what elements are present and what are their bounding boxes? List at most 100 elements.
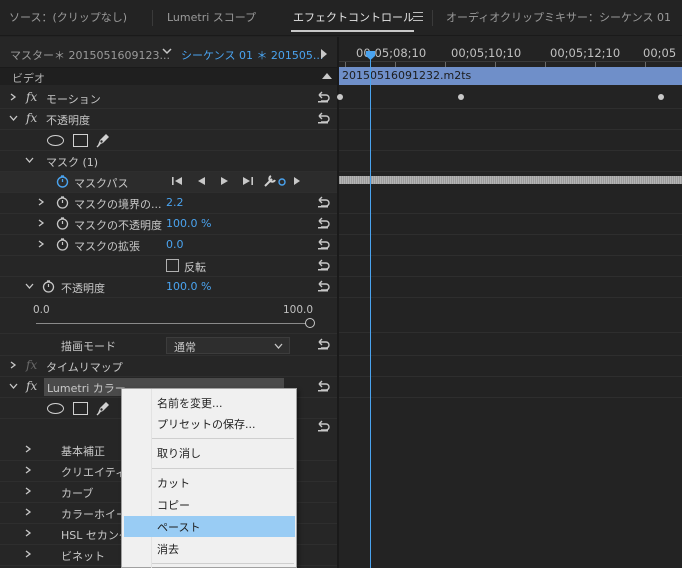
tab-lumetri-scopes[interactable]: Lumetri スコープ [167,9,256,27]
tab-divider [152,10,153,26]
mask-opacity-value[interactable]: 100.0 % [166,217,211,230]
rectangle-mask-icon[interactable] [73,134,88,147]
reset-icon[interactable] [316,238,330,250]
track-forward-one-icon[interactable] [242,176,254,186]
reset-icon[interactable] [316,280,330,292]
menu-item-undo[interactable]: 取り消し [124,442,295,463]
stopwatch-icon[interactable] [56,217,69,230]
menu-item-paste[interactable]: ペースト [124,516,295,537]
track-forward-icon[interactable] [220,176,230,186]
chevron-right-icon[interactable] [24,445,32,453]
master-clip-label[interactable]: マスター＊ 2015051609123... [10,47,170,63]
tab-audio-clip-mixer[interactable]: オーディオクリップミキサー：シーケンス 01 [446,9,671,27]
invert-label: 反転 [184,261,206,274]
mask-expansion-value[interactable]: 0.0 [166,238,184,251]
reset-icon[interactable] [316,420,330,432]
menu-item-cut[interactable]: カット [124,472,295,493]
mask-group-row[interactable]: マスク (1) [0,151,337,172]
reset-icon[interactable] [316,259,330,271]
effect-row-motion[interactable]: fx モーション [0,88,337,109]
fx-icon[interactable]: fx [26,111,37,125]
timecode-label: 00;05;12;10 [550,46,621,60]
fx-icon[interactable]: fx [26,379,37,393]
blend-mode-dropdown[interactable]: 通常 [166,337,290,354]
reset-icon[interactable] [316,217,330,229]
reset-icon[interactable] [316,112,330,124]
chevron-down-icon[interactable] [162,46,172,56]
opacity-slider-track[interactable] [36,323,310,324]
effect-controls-timeline[interactable]: 00;05;08;10 00;05;10;10 00;05;12;10 00;0… [337,37,682,568]
panel-menu-icon[interactable] [413,12,423,22]
reset-icon[interactable] [316,91,330,103]
reset-icon[interactable] [316,338,330,350]
mask-feather-value[interactable]: 2.2 [166,196,184,209]
chevron-right-icon[interactable] [9,361,17,369]
reset-icon[interactable] [316,196,330,208]
lumetri-item-label: HSL セカンダ [61,529,130,542]
chevron-right-icon[interactable] [24,529,32,537]
tab-source[interactable]: ソース：(クリップなし) [9,9,127,27]
playhead-icon[interactable] [365,50,376,61]
reset-icon[interactable] [316,380,330,392]
pen-mask-icon[interactable] [95,132,111,148]
chevron-right-icon[interactable] [9,93,17,101]
mask-path-label: マスクパス [74,177,129,190]
stopwatch-icon[interactable] [42,280,55,293]
stopwatch-icon[interactable] [56,196,69,209]
mask-expansion-row[interactable]: マスクの拡張 0.0 [0,235,337,256]
chevron-right-icon[interactable] [24,487,32,495]
menu-item-clear[interactable]: 消去 [124,538,295,559]
track-backward-icon[interactable] [196,176,206,186]
track-backward-one-icon[interactable] [171,176,183,186]
menu-item-rename[interactable]: 名前を変更... [124,392,295,413]
opacity-param-row[interactable]: 不透明度 100.0 % [0,277,337,298]
effect-label: Lumetri カラー [47,382,126,395]
video-section-label: ビデオ [12,72,45,85]
fx-icon[interactable]: fx [26,90,37,104]
clip-bar[interactable]: 20150516091232.m2ts [339,67,682,85]
chevron-right-icon[interactable] [24,508,32,516]
chevron-down-icon [274,343,283,349]
chevron-right-icon[interactable] [24,550,32,558]
fx-icon[interactable]: fx [26,358,37,372]
opacity-param-value[interactable]: 100.0 % [166,280,211,293]
stopwatch-icon[interactable] [56,175,69,188]
ellipse-mask-icon[interactable] [47,403,64,414]
time-ruler[interactable] [339,61,682,62]
chevron-right-icon[interactable] [24,466,32,474]
ellipse-mask-icon[interactable] [47,135,64,146]
mask-feather-row[interactable]: マスクの境界の... 2.2 [0,193,337,214]
stopwatch-icon[interactable] [56,238,69,251]
chevron-right-icon[interactable] [37,219,45,227]
effect-row-opacity[interactable]: fx 不透明度 [0,109,337,130]
collapse-arrow-icon[interactable] [322,73,332,79]
mask-opacity-row[interactable]: マスクの不透明度 100.0 % [0,214,337,235]
pen-mask-icon[interactable] [95,400,111,416]
play-icon[interactable] [321,49,327,59]
menu-item-save-preset[interactable]: プリセットの保存... [124,413,295,434]
chevron-down-icon[interactable] [25,156,34,164]
effect-row-time-remap[interactable]: fx タイムリマップ [0,356,337,377]
menu-item-copy[interactable]: コピー [124,494,295,515]
chevron-down-icon[interactable] [25,282,34,290]
timecode-label: 00;05 [643,46,677,60]
blend-mode-row: 描画モード 通常 [0,335,337,356]
opacity-slider-knob[interactable] [305,318,315,328]
rectangle-mask-icon[interactable] [73,402,88,415]
chevron-right-icon[interactable] [37,240,45,248]
sequence-clip-label[interactable]: シーケンス 01 ＊ 201505... [181,47,323,63]
mask-path-row[interactable]: マスクパス [0,172,337,193]
panel-tab-bar: ソース：(クリップなし) Lumetri スコープ エフェクトコントロール オー… [0,0,682,36]
active-tab-indicator [291,30,414,32]
keyframe-navigate-icon[interactable] [293,176,301,186]
invert-checkbox[interactable] [166,259,179,272]
track-method-wrench-icon[interactable] [263,174,287,188]
chevron-down-icon[interactable] [9,114,18,122]
chevron-down-icon[interactable] [9,382,18,390]
tab-effect-controls[interactable]: エフェクトコントロール [293,9,414,27]
context-menu: 名前を変更... プリセットの保存... 取り消し カット コピー ペースト 消… [121,388,297,568]
effect-label: モーション [46,93,101,106]
mask-path-keyframe-strip[interactable] [339,176,682,184]
playhead-line[interactable] [370,51,371,568]
chevron-right-icon[interactable] [37,198,45,206]
